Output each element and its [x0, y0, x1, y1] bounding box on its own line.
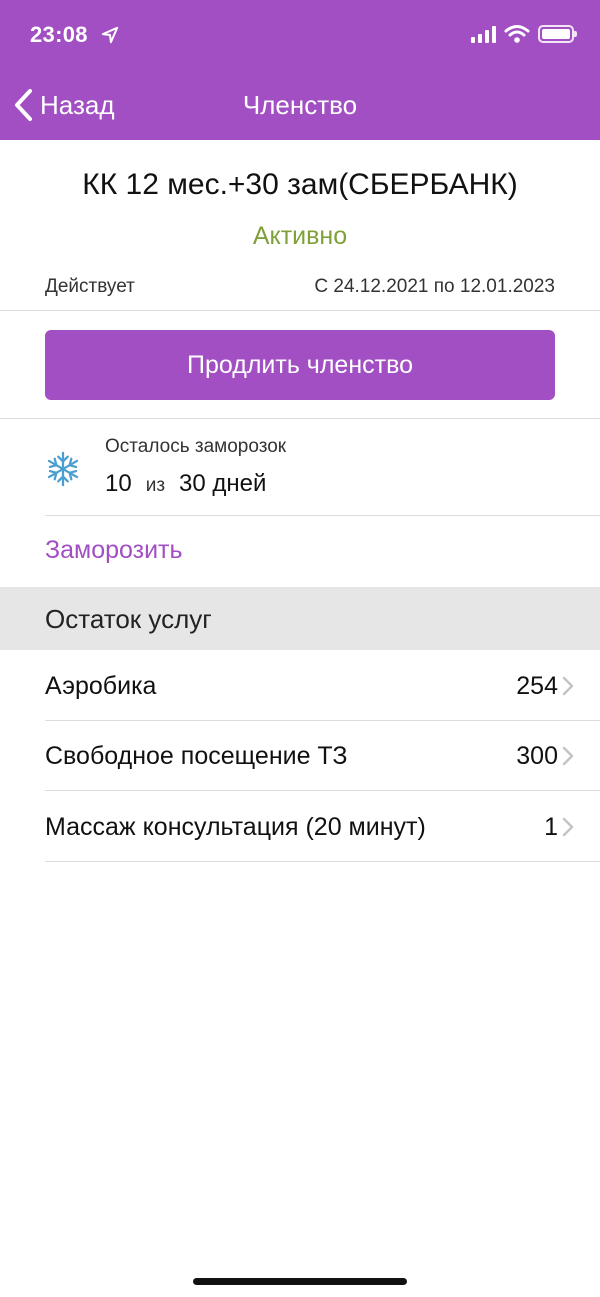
chevron-right-icon: [562, 746, 574, 766]
snowflake-icon: [47, 451, 79, 487]
services-header-label: Остаток услуг: [45, 604, 212, 634]
divider: [45, 861, 600, 862]
top-bar: 23:08 Назад Членство: [0, 0, 600, 140]
divider: [45, 790, 600, 791]
extend-membership-button[interactable]: Продлить членство: [45, 330, 555, 400]
status-icons: [471, 24, 577, 44]
battery-icon: [538, 25, 577, 43]
service-row-aerobics[interactable]: Аэробика 254: [45, 651, 600, 721]
chevron-right-icon: [562, 817, 574, 837]
service-count: 1: [544, 812, 558, 841]
freeze-remaining: 10: [105, 470, 132, 497]
wifi-icon: [504, 25, 530, 43]
service-row-gym[interactable]: Свободное посещение ТЗ 300: [45, 721, 600, 791]
service-count: 300: [516, 741, 558, 770]
freeze-button[interactable]: Заморозить: [45, 536, 183, 565]
freeze-total: 30 дней: [179, 470, 267, 497]
plan-name: КК 12 мес.+30 зам(СБЕРБАНК): [82, 168, 518, 201]
validity-row: Действует С 24.12.2021 по 12.01.2023: [45, 276, 555, 298]
freeze-of-label: из: [145, 475, 166, 496]
status-time: 23:08: [30, 22, 88, 47]
freeze-count: 10 из 30 дней: [105, 470, 266, 498]
validity-label: Действует: [45, 276, 135, 297]
service-row-massage[interactable]: Массаж консультация (20 минут) 1: [45, 792, 600, 862]
location-arrow-icon: [101, 26, 119, 44]
validity-value: С 24.12.2021 по 12.01.2023: [314, 276, 555, 297]
service-count: 254: [516, 671, 558, 700]
cellular-signal-icon: [471, 25, 496, 43]
services-section-header: Остаток услуг: [0, 587, 600, 650]
home-indicator[interactable]: [193, 1278, 407, 1285]
service-name: Аэробика: [45, 671, 157, 700]
service-name: Свободное посещение ТЗ: [45, 741, 348, 770]
divider: [45, 515, 600, 516]
chevron-right-icon: [562, 676, 574, 696]
status-badge: Активно: [252, 222, 348, 250]
page-title: Членство: [242, 90, 358, 120]
freeze-caption: Осталось заморозок: [105, 436, 287, 457]
service-name: Массаж консультация (20 минут): [45, 812, 426, 841]
divider: [0, 310, 600, 311]
divider: [0, 418, 600, 419]
